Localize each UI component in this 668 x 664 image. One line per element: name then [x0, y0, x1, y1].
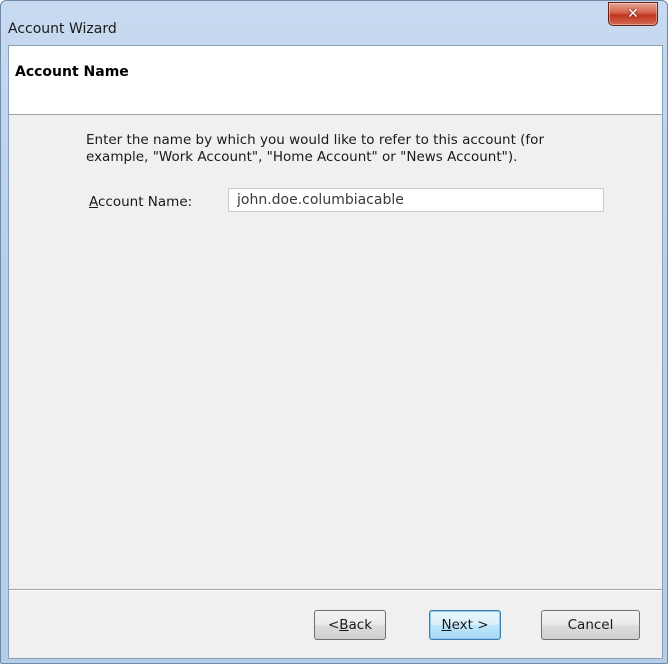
cancel-button-label: Cancel	[567, 617, 614, 633]
title-bar[interactable]: Account Wizard ✕	[1, 1, 667, 45]
window-title: Account Wizard	[8, 21, 117, 37]
account-name-label-mnemonic: A	[89, 194, 98, 210]
back-button-prefix: <	[327, 617, 340, 633]
back-button[interactable]: < Back	[314, 610, 386, 640]
cancel-button[interactable]: Cancel	[541, 610, 640, 640]
next-button-mnemonic: N	[441, 617, 452, 633]
instructions-line-2: example, "Work Account", "Home Account" …	[86, 149, 518, 165]
next-button[interactable]: Next >	[429, 610, 501, 640]
footer-divider	[9, 589, 662, 591]
close-button[interactable]: ✕	[608, 2, 658, 26]
instructions-text: Enter the name by which you would like t…	[86, 132, 606, 166]
account-name-label: Account Name:	[89, 194, 192, 210]
back-button-mnemonic: B	[339, 617, 349, 633]
dialog-client-area: Account Name Enter the name by which you…	[8, 45, 663, 659]
account-name-input[interactable]	[228, 188, 604, 212]
instructions-line-1: Enter the name by which you would like t…	[86, 132, 544, 148]
account-name-label-text: ccount Name:	[98, 194, 193, 210]
wizard-header: Account Name	[9, 46, 662, 115]
back-button-label: ack	[348, 617, 373, 633]
page-title: Account Name	[15, 64, 129, 80]
account-wizard-window: Account Wizard ✕ Account Name Enter the …	[0, 0, 668, 664]
close-icon: ✕	[627, 6, 639, 22]
next-button-label: ext >	[451, 617, 489, 633]
